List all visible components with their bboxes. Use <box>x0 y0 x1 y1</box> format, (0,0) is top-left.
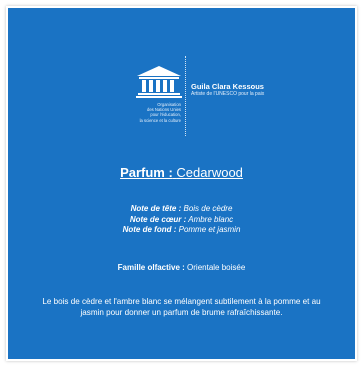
artist-title: Artiste de l'UNESCO pour la paix <box>191 91 265 97</box>
perfume-card: Organisation des Nations Unies pour l'éd… <box>8 8 355 359</box>
card-frame: Organisation des Nations Unies pour l'éd… <box>6 6 357 361</box>
note-heart: Note de cœur : Ambre blanc <box>8 215 355 226</box>
unesco-temple-logo <box>136 66 182 98</box>
perfume-title: Parfum : Cedarwood <box>8 165 355 180</box>
note-value: Ambre blanc <box>188 214 234 224</box>
title-prefix: Parfum : <box>120 165 173 180</box>
perfume-description: Le bois de cèdre et l'ambre blanc se mél… <box>42 297 321 317</box>
perfume-name: Cedarwood <box>176 165 243 180</box>
family-label: Famille olfactive : <box>117 263 185 272</box>
note-value: Pomme et jasmin <box>178 225 241 234</box>
unesco-org-text: Organisation des Nations Unies pour l'éd… <box>121 102 181 123</box>
family-value: Orientale boisée <box>187 263 246 272</box>
olfactive-family: Famille olfactive : Orientale boisée <box>8 263 355 272</box>
note-top: Note de tête : Bois de cèdre <box>8 204 355 215</box>
artist-name: Guila Clara Kessous <box>191 82 264 91</box>
note-base: Note de fond : Pomme et jasmin <box>8 225 355 236</box>
unesco-logo-block: Organisation des Nations Unies pour l'éd… <box>121 56 321 136</box>
note-label: Note de cœur : <box>129 214 187 224</box>
note-label: Note de tête : <box>130 204 182 213</box>
logo-divider <box>185 56 186 136</box>
note-value: Bois de cèdre <box>183 204 233 213</box>
note-label: Note de fond : <box>122 225 177 234</box>
org-line: la science et la culture <box>139 117 181 123</box>
perfume-notes: Note de tête : Bois de cèdre Note de cœu… <box>8 204 355 236</box>
